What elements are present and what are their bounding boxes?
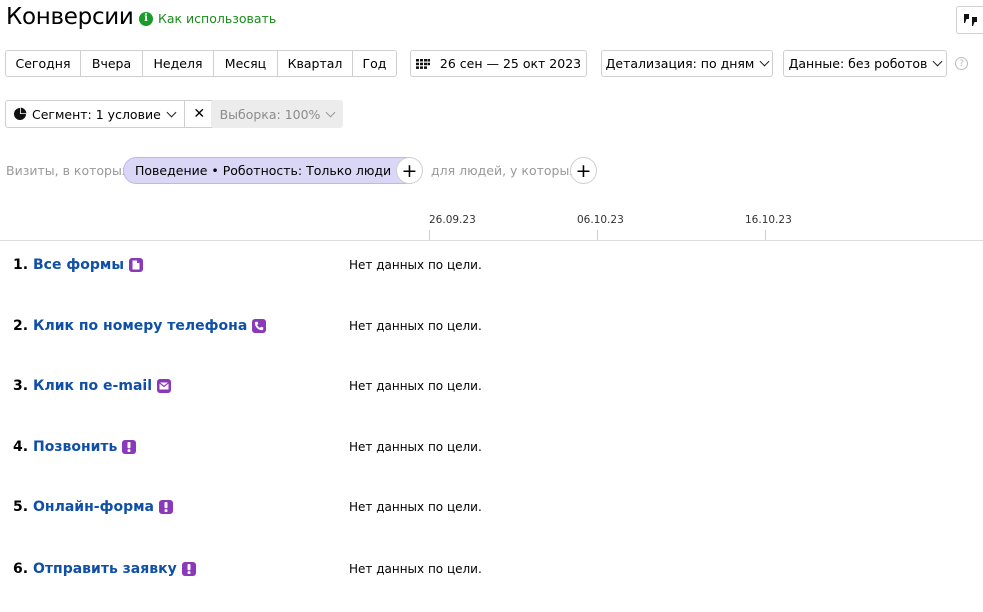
filter-chip-robotness[interactable]: Поведение • Роботность: Только люди ✕ [123,157,423,184]
date-range-label: 26 сен — 25 окт 2023 [439,56,582,71]
goal-number: 2. [13,318,29,334]
quote-icon [964,14,977,26]
add-people-condition-button[interactable]: + [570,157,597,184]
axis-tick-label: 26.09.23 [429,214,476,226]
goal-name: Клик по e-mail [33,378,152,394]
date-range-button[interactable]: 26 сен — 25 окт 2023 [410,50,587,77]
goal-link[interactable]: Позвонить [33,439,137,455]
axis-tick-label: 16.10.23 [745,214,792,226]
close-icon: ✕ [193,106,206,122]
segment-dropdown[interactable]: Сегмент: 1 условие [6,101,185,127]
exclamation-icon [181,562,196,576]
goal-name: Позвонить [33,439,118,455]
goal-status: Нет данных по цели. [349,500,482,514]
people-label: для людей, у которых [431,163,577,178]
goal-name: Клик по номеру телефона [33,318,248,334]
segment-label: Сегмент: 1 условие [32,106,161,122]
chevron-down-icon [166,107,177,117]
goal-status: Нет данных по цели. [349,258,482,272]
chevron-down-icon [759,56,770,67]
goal-link[interactable]: Онлайн-форма [33,499,173,515]
goal-row: 1. Все формы Нет данных по цели. [0,257,983,287]
goal-row: 6. Отправить заявку Нет данных по цели. [0,561,983,591]
axis-line [0,240,983,241]
plus-icon: + [575,159,592,182]
period-yesterday-button[interactable]: Вчера [81,51,143,76]
add-visit-condition-button[interactable]: + [396,157,423,184]
goal-status: Нет данных по цели. [349,440,482,454]
goal-status: Нет данных по цели. [349,379,482,393]
detail-dropdown[interactable]: Детализация: по дням [601,50,773,77]
chevron-down-icon [932,56,943,67]
goal-number: 1. [13,257,29,273]
goal-row: 4. Позвонить Нет данных по цели. [0,439,983,469]
goal-row: 5. Онлайн-форма Нет данных по цели. [0,499,983,529]
sample-label: Выборка: 100% [219,106,321,122]
goal-status: Нет данных по цели. [349,562,482,576]
quote-button[interactable] [956,6,983,34]
how-to-use-link[interactable]: i Как использовать [139,11,276,26]
goal-number: 3. [13,378,29,394]
data-filter-label: Данные: без роботов [788,56,928,71]
info-icon: i [139,11,153,26]
exclamation-icon [122,440,137,454]
axis-tick-label: 06.10.23 [577,214,624,226]
goal-name: Все формы [33,257,124,273]
goal-name: Онлайн-форма [33,499,154,515]
goal-link[interactable]: Клик по e-mail [33,378,171,394]
sample-dropdown[interactable]: Выборка: 100% [211,100,343,128]
goal-row: 2. Клик по номеру телефона Нет данных по… [0,318,983,348]
form-icon [128,258,143,272]
axis-tick-mark [765,230,766,240]
filter-chip-label: Поведение • Роботность: Только люди [135,163,392,178]
chevron-down-icon [325,107,336,117]
detail-label: Детализация: по дням [605,56,755,71]
help-icon[interactable]: ? [955,57,968,70]
page-title: Конверсии [6,4,134,30]
period-today-button[interactable]: Сегодня [6,51,81,76]
axis-tick-mark [429,230,430,240]
visits-label: Визиты, в которых [6,163,130,178]
period-quarter-button[interactable]: Квартал [278,51,353,76]
email-icon [157,379,171,393]
goal-name: Отправить заявку [33,561,177,577]
segment-control: Сегмент: 1 условие ✕ [5,100,215,128]
period-week-button[interactable]: Неделя [143,51,214,76]
goal-number: 5. [13,499,29,515]
axis-tick-mark [597,230,598,240]
period-year-button[interactable]: Год [353,51,396,76]
data-filter-dropdown[interactable]: Данные: без роботов [783,50,947,77]
exclamation-icon [159,500,173,514]
calendar-icon [415,58,430,69]
plus-icon: + [401,159,418,182]
phone-icon [252,319,267,333]
goal-link[interactable]: Клик по номеру телефона [33,318,267,334]
goal-link[interactable]: Все формы [33,257,143,273]
goal-status: Нет данных по цели. [349,319,482,333]
goal-number: 4. [13,439,29,455]
period-month-button[interactable]: Месяц [214,51,278,76]
goal-link[interactable]: Отправить заявку [33,561,196,577]
goal-number: 6. [13,561,29,577]
period-selector: Сегодня Вчера Неделя Месяц Квартал Год [5,50,397,77]
segment-clear-button[interactable]: ✕ [185,101,214,127]
how-to-use-label: Как использовать [158,11,277,26]
pie-chart-icon [14,107,27,120]
goal-row: 3. Клик по e-mail Нет данных по цели. [0,378,983,408]
